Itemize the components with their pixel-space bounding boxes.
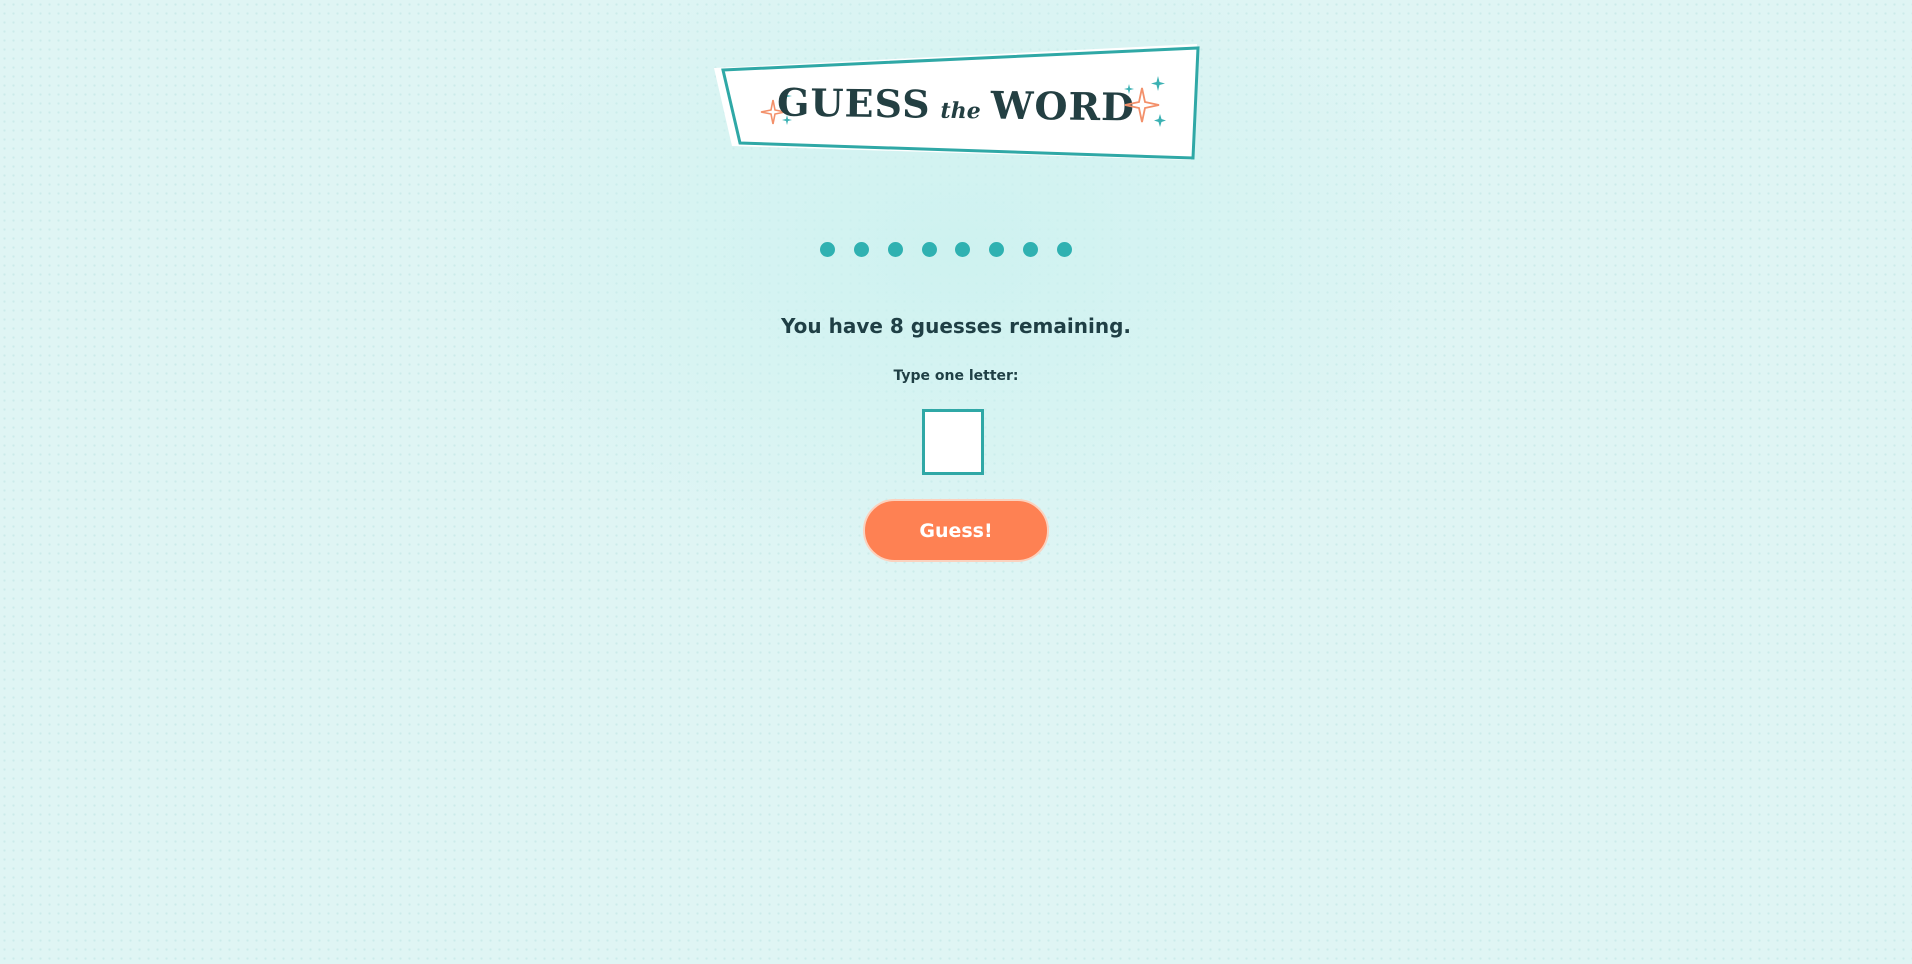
word-in-progress bbox=[820, 242, 1072, 258]
hidden-letter-dot bbox=[921, 242, 937, 257]
hidden-letter-dot bbox=[1056, 242, 1072, 257]
hidden-letter-dot bbox=[955, 242, 971, 257]
logo-title: GUESS the WORD bbox=[777, 80, 1136, 132]
guess-button[interactable]: Guess! bbox=[863, 499, 1049, 562]
logo-word-word: WORD bbox=[990, 82, 1136, 130]
letter-input[interactable] bbox=[922, 409, 984, 475]
logo-word-guess: GUESS bbox=[776, 79, 931, 127]
logo-word-the: the bbox=[940, 97, 981, 125]
sparkle-icon bbox=[1124, 76, 1166, 127]
letter-input-label: Type one letter: bbox=[893, 368, 1019, 384]
hidden-letter-dot bbox=[989, 242, 1005, 257]
guess-the-word-logo: GUESS the WORD bbox=[712, 42, 1200, 162]
hidden-letter-dot bbox=[853, 242, 869, 257]
hidden-letter-dot bbox=[887, 242, 903, 257]
hidden-letter-dot bbox=[1023, 242, 1039, 257]
hidden-letter-dot bbox=[820, 242, 835, 257]
remaining-guesses-message: You have 8 guesses remaining. bbox=[781, 314, 1131, 338]
